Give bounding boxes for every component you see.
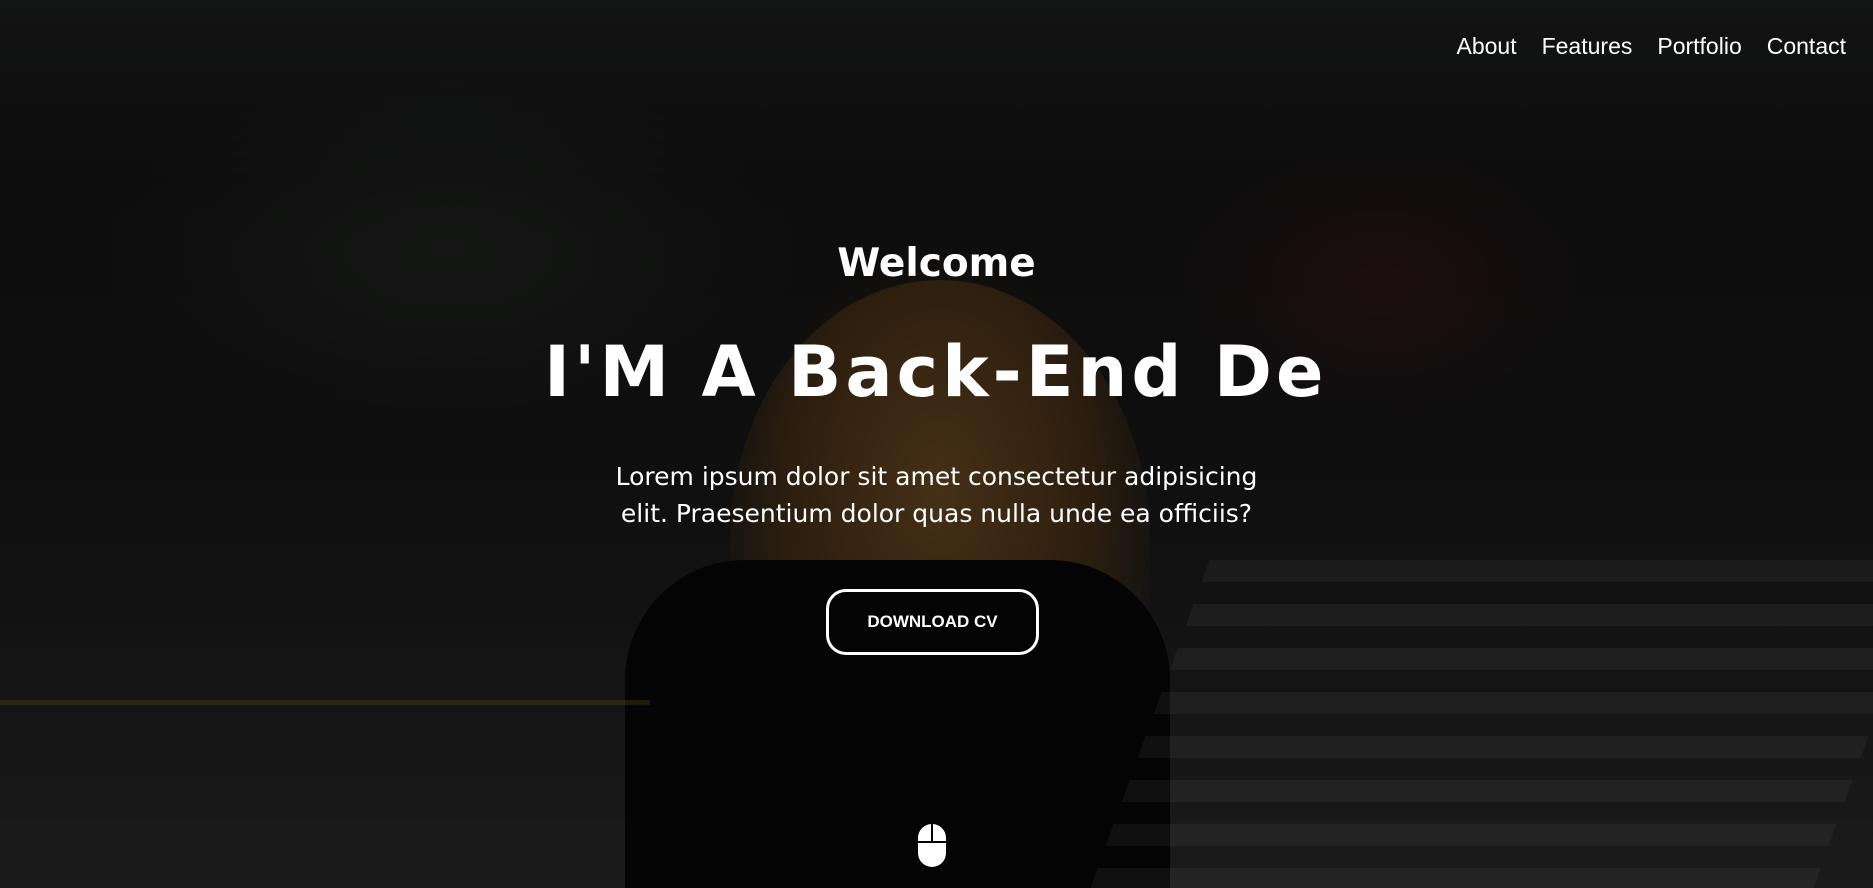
- download-cv-button[interactable]: DOWNLOAD CV: [826, 589, 1039, 655]
- top-nav: About Features Portfolio Contact: [1456, 33, 1846, 60]
- hero-section: About Features Portfolio Contact Welcome…: [0, 0, 1873, 888]
- welcome-heading: Welcome: [837, 241, 1036, 286]
- typed-headline-container: I'M A Back-End Devel: [544, 330, 1324, 415]
- nav-item-features[interactable]: Features: [1542, 33, 1633, 60]
- nav-item-about[interactable]: About: [1456, 33, 1516, 60]
- nav-item-contact[interactable]: Contact: [1767, 33, 1846, 60]
- typed-headline: I'M A Back-End Devel: [544, 331, 1324, 413]
- hero-description: Lorem ipsum dolor sit amet consectetur a…: [615, 462, 1258, 528]
- mouse-icon[interactable]: [916, 823, 948, 867]
- dark-overlay: [0, 0, 1873, 888]
- nav-item-portfolio[interactable]: Portfolio: [1657, 33, 1741, 60]
